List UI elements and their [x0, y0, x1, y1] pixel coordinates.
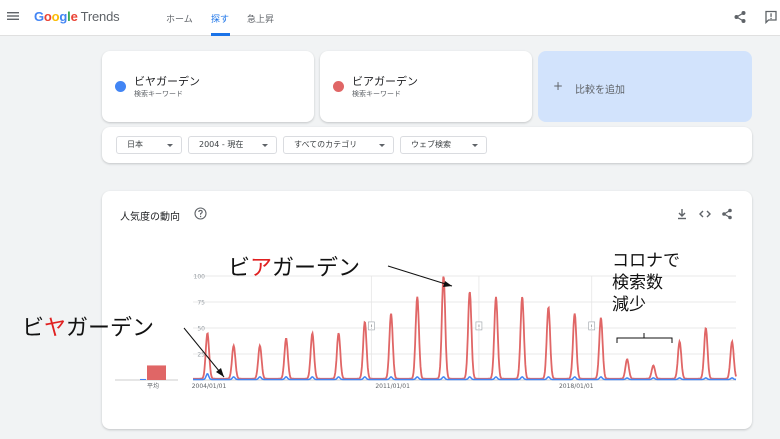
nav-home[interactable]: ホーム [166, 12, 193, 25]
term-title[interactable]: ビアガーデン [352, 73, 418, 89]
share-icon[interactable] [733, 10, 747, 24]
series-color-dot-red [333, 81, 344, 92]
chevron-down-icon [472, 144, 478, 147]
chevron-down-icon [167, 144, 173, 147]
filter-bar: 日本 2004 - 現在 すべてのカテゴリ ウェブ検索 [102, 127, 752, 163]
series-color-dot-blue [115, 81, 126, 92]
share-icon[interactable] [721, 208, 733, 220]
menu-icon[interactable] [6, 9, 20, 23]
filter-time-label: 2004 - 現在 [199, 140, 244, 149]
filter-time-range[interactable]: 2004 - 現在 [188, 136, 277, 154]
term-subtitle: 検索キーワード [352, 90, 401, 98]
term-card-biagarden[interactable]: ビアガーデン 検索キーワード [320, 51, 532, 122]
filter-search-type-label: ウェブ検索 [411, 140, 451, 149]
feedback-icon[interactable] [764, 10, 778, 24]
plus-icon: + [553, 79, 564, 93]
add-comparison-label: 比較を追加 [575, 85, 625, 96]
term-card-biyagarden[interactable]: ビヤガーデン 検索キーワード [102, 51, 314, 122]
annotation-covid-decline: コロナで 検索数 減少 [612, 251, 680, 315]
chart-title: 人気度の動向 [120, 212, 180, 223]
help-icon[interactable] [194, 207, 207, 220]
filter-region[interactable]: 日本 [116, 136, 182, 154]
term-title[interactable]: ビヤガーデン [134, 73, 200, 89]
annotation-biyagarden: ビヤガーデン [22, 316, 155, 341]
filter-search-type[interactable]: ウェブ検索 [400, 136, 487, 154]
filter-category[interactable]: すべてのカテゴリ [283, 136, 394, 154]
annotation-biagarden: ビアガーデン [228, 256, 361, 281]
top-bar: Google Trends ホーム 探す 急上昇 [0, 0, 780, 36]
filter-category-label: すべてのカテゴリ [294, 140, 358, 149]
logo-trends: Trends [80, 9, 120, 24]
term-subtitle: 検索キーワード [134, 90, 183, 98]
embed-code-icon[interactable] [699, 208, 711, 220]
add-comparison-button[interactable]: + 比較を追加 [538, 51, 752, 122]
google-trends-logo[interactable]: Google Trends [34, 9, 120, 24]
nav-explore[interactable]: 探す [211, 12, 229, 25]
nav-trending[interactable]: 急上昇 [247, 12, 274, 25]
download-icon[interactable] [676, 208, 688, 220]
logo-google: Google [34, 9, 78, 24]
chevron-down-icon [262, 144, 268, 147]
filter-region-label: 日本 [127, 140, 143, 149]
chevron-down-icon [379, 144, 385, 147]
